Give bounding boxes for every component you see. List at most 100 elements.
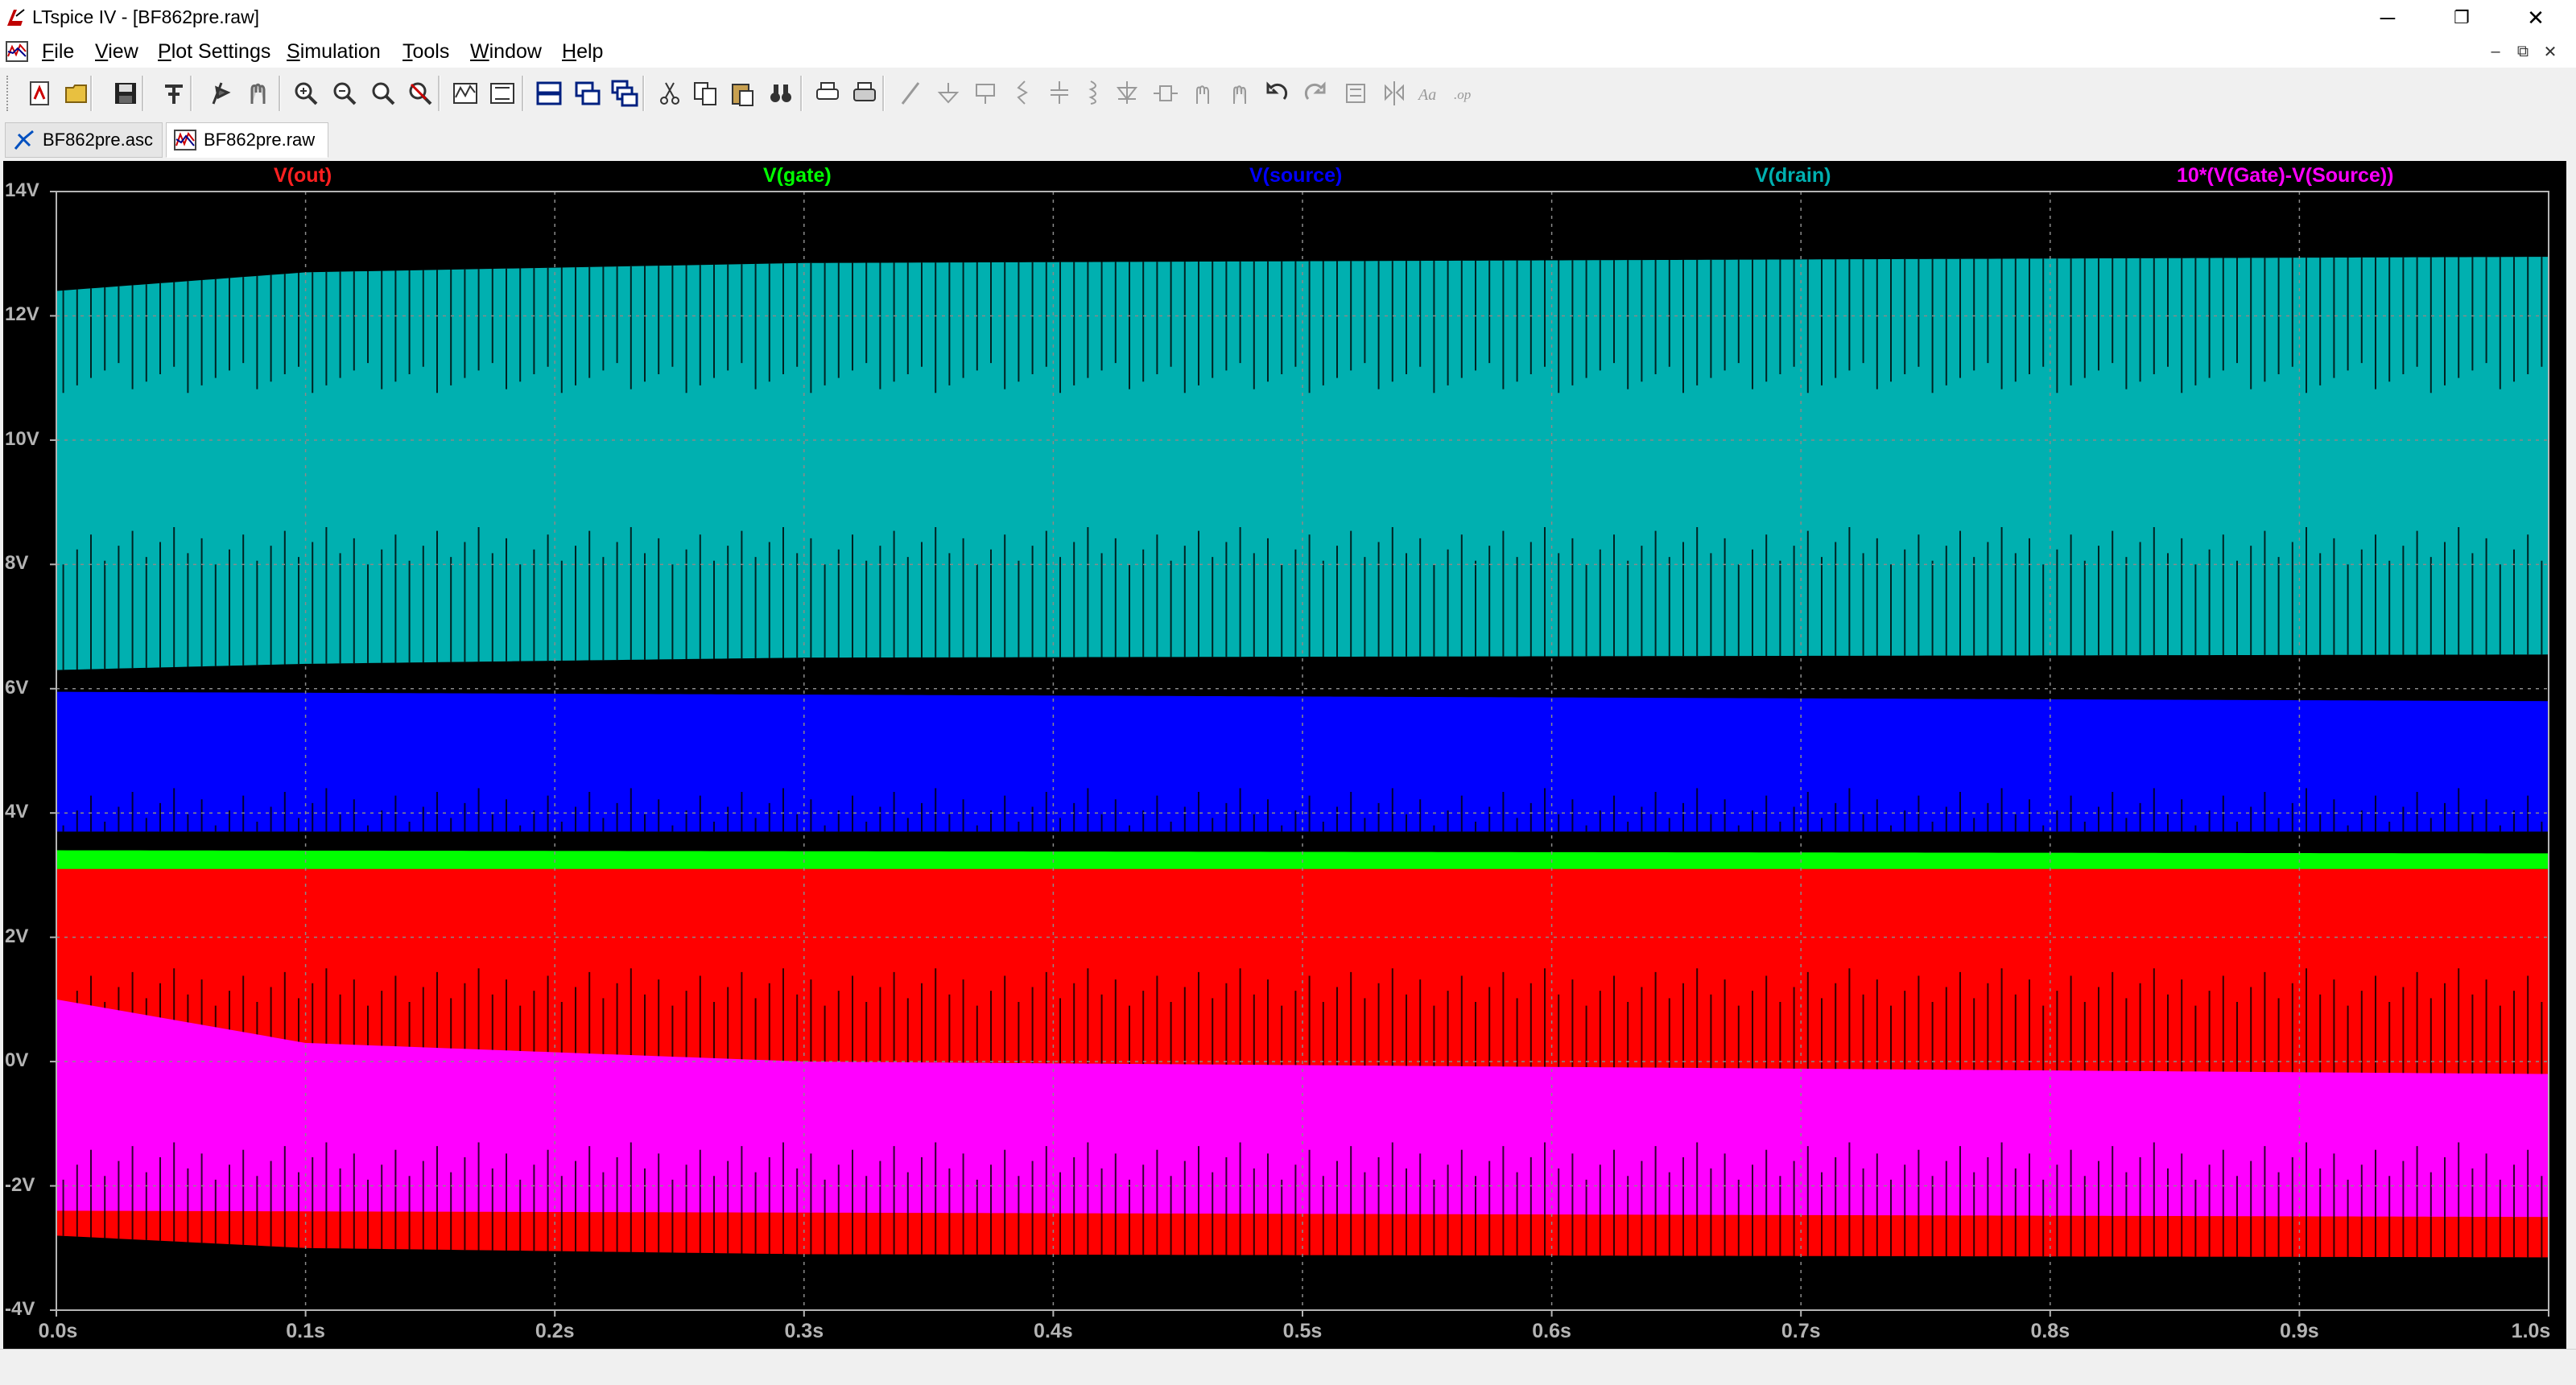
toolbar-grip[interactable]	[6, 76, 11, 111]
move-icon	[1196, 85, 1209, 104]
ltspice-logo-icon	[7, 9, 25, 26]
y-tick-label: 8V	[5, 552, 29, 575]
save-button[interactable]	[109, 77, 142, 109]
menu-view[interactable]: View	[95, 40, 138, 64]
open-button[interactable]	[61, 77, 93, 109]
zoom-fit-icon	[372, 82, 395, 105]
paste-button[interactable]	[726, 77, 758, 109]
trace-label-vgs-expression[interactable]: 10*(V(Gate)-V(Source))	[2177, 164, 2394, 188]
toolbar-separator	[522, 76, 524, 111]
tab-schematic[interactable]: BF862pre.asc	[5, 122, 163, 158]
undo-button[interactable]	[1261, 77, 1293, 109]
label-net-button[interactable]	[969, 77, 1001, 109]
inductor-icon	[1088, 80, 1096, 105]
cut-icon	[660, 82, 679, 105]
autorange-button[interactable]	[449, 77, 481, 109]
drag-button[interactable]	[1224, 77, 1256, 109]
zoom-fit-button[interactable]	[367, 77, 399, 109]
trace-label-vout[interactable]: V(out)	[274, 164, 332, 188]
schematic-icon	[14, 130, 34, 150]
resistor-icon	[1017, 80, 1028, 105]
trace-v-source	[56, 691, 2549, 832]
toolbar-separator	[882, 76, 885, 111]
x-tick-label: 1.0s	[2511, 1320, 2551, 1342]
x-tick-label: 0.6s	[1532, 1320, 1571, 1342]
find-button[interactable]	[765, 77, 797, 109]
cascade-button[interactable]	[609, 77, 641, 109]
cut-button[interactable]	[654, 77, 686, 109]
mdi-minimize-button[interactable]: –	[2483, 40, 2508, 63]
print-preview-button[interactable]	[811, 77, 844, 109]
toolbar-separator	[800, 76, 803, 111]
tab-waveform[interactable]: BF862pre.raw	[166, 122, 328, 158]
new-schematic-button[interactable]	[24, 77, 56, 109]
menu-simulation[interactable]: Simulation	[287, 40, 381, 64]
menu-help[interactable]: Help	[562, 40, 603, 64]
resistor-button[interactable]	[1006, 77, 1038, 109]
close-button[interactable]: ✕	[2499, 0, 2573, 35]
waveform-icon	[174, 130, 196, 150]
menu-window[interactable]: Window	[470, 40, 542, 64]
copy-button[interactable]	[689, 77, 721, 109]
inductor-button[interactable]	[1077, 77, 1109, 109]
zoom-out-button[interactable]	[328, 77, 361, 109]
print-button[interactable]	[848, 77, 881, 109]
move-button[interactable]	[1187, 77, 1219, 109]
halt-icon	[250, 83, 266, 104]
rotate-button[interactable]	[1340, 77, 1372, 109]
menu-plot-settings[interactable]: Plot Settings	[158, 40, 270, 64]
tile-vertical-icon	[575, 81, 601, 105]
y-tick-label: 12V	[5, 303, 39, 326]
manual-limits-icon	[490, 83, 514, 104]
tile-vertical-button[interactable]	[572, 77, 604, 109]
svg-text:Aa: Aa	[1417, 86, 1436, 104]
halt-button[interactable]	[242, 77, 274, 109]
minimize-button[interactable]: ─	[2351, 0, 2425, 35]
new-schematic-icon	[30, 81, 49, 105]
wire-button[interactable]	[895, 77, 927, 109]
waveform-plot[interactable]: V(out) V(gate) V(source) V(drain) 10*(V(…	[3, 161, 2566, 1349]
diode-button[interactable]	[1111, 77, 1143, 109]
zoom-cancel-icon	[409, 82, 432, 105]
spice-directive-button[interactable]: .op	[1449, 77, 1481, 109]
toolbar: Aa .op	[0, 68, 2576, 120]
trace-label-vsource[interactable]: V(source)	[1249, 164, 1342, 188]
print-preview-icon	[816, 82, 839, 100]
mdi-restore-button[interactable]: ⧉	[2510, 40, 2536, 63]
mirror-button[interactable]	[1378, 77, 1410, 109]
y-tick-label: 6V	[5, 676, 29, 699]
component-button[interactable]	[1150, 77, 1182, 109]
status-bar	[0, 1349, 2576, 1385]
x-tick-label: 0.7s	[1781, 1320, 1821, 1342]
x-tick-label: 0.4s	[1034, 1320, 1073, 1342]
menu-tools[interactable]: Tools	[402, 40, 449, 64]
capacitor-button[interactable]	[1043, 77, 1075, 109]
capacitor-icon	[1051, 81, 1068, 104]
redo-button[interactable]	[1299, 77, 1331, 109]
y-tick-label: 4V	[5, 801, 29, 823]
vertical-scrollbar[interactable]	[2566, 161, 2576, 1349]
zoom-cancel-button[interactable]	[404, 77, 436, 109]
x-tick-label: 0.8s	[2030, 1320, 2070, 1342]
ground-button[interactable]	[932, 77, 964, 109]
manual-limits-button[interactable]	[486, 77, 518, 109]
trace-label-vgate[interactable]: V(gate)	[763, 164, 832, 188]
control-panel-button[interactable]	[158, 77, 190, 109]
toolbar-separator	[142, 76, 144, 111]
tile-horizontal-icon	[536, 81, 562, 105]
x-tick-label: 0.0s	[38, 1320, 78, 1342]
text-button[interactable]: Aa	[1414, 77, 1446, 109]
zoom-out-icon	[333, 82, 357, 105]
open-icon	[65, 85, 87, 103]
control-panel-icon	[165, 85, 183, 104]
tile-horizontal-button[interactable]	[533, 77, 565, 109]
zoom-in-icon	[295, 82, 318, 105]
run-button[interactable]	[204, 77, 237, 109]
waveform-canvas[interactable]	[3, 161, 2566, 1349]
restore-button[interactable]: ❐	[2425, 0, 2499, 35]
menu-file[interactable]: File	[42, 40, 74, 64]
mdi-close-button[interactable]: ✕	[2537, 40, 2563, 63]
run-icon	[212, 82, 231, 105]
trace-label-vdrain[interactable]: V(drain)	[1755, 164, 1831, 188]
zoom-in-button[interactable]	[290, 77, 322, 109]
